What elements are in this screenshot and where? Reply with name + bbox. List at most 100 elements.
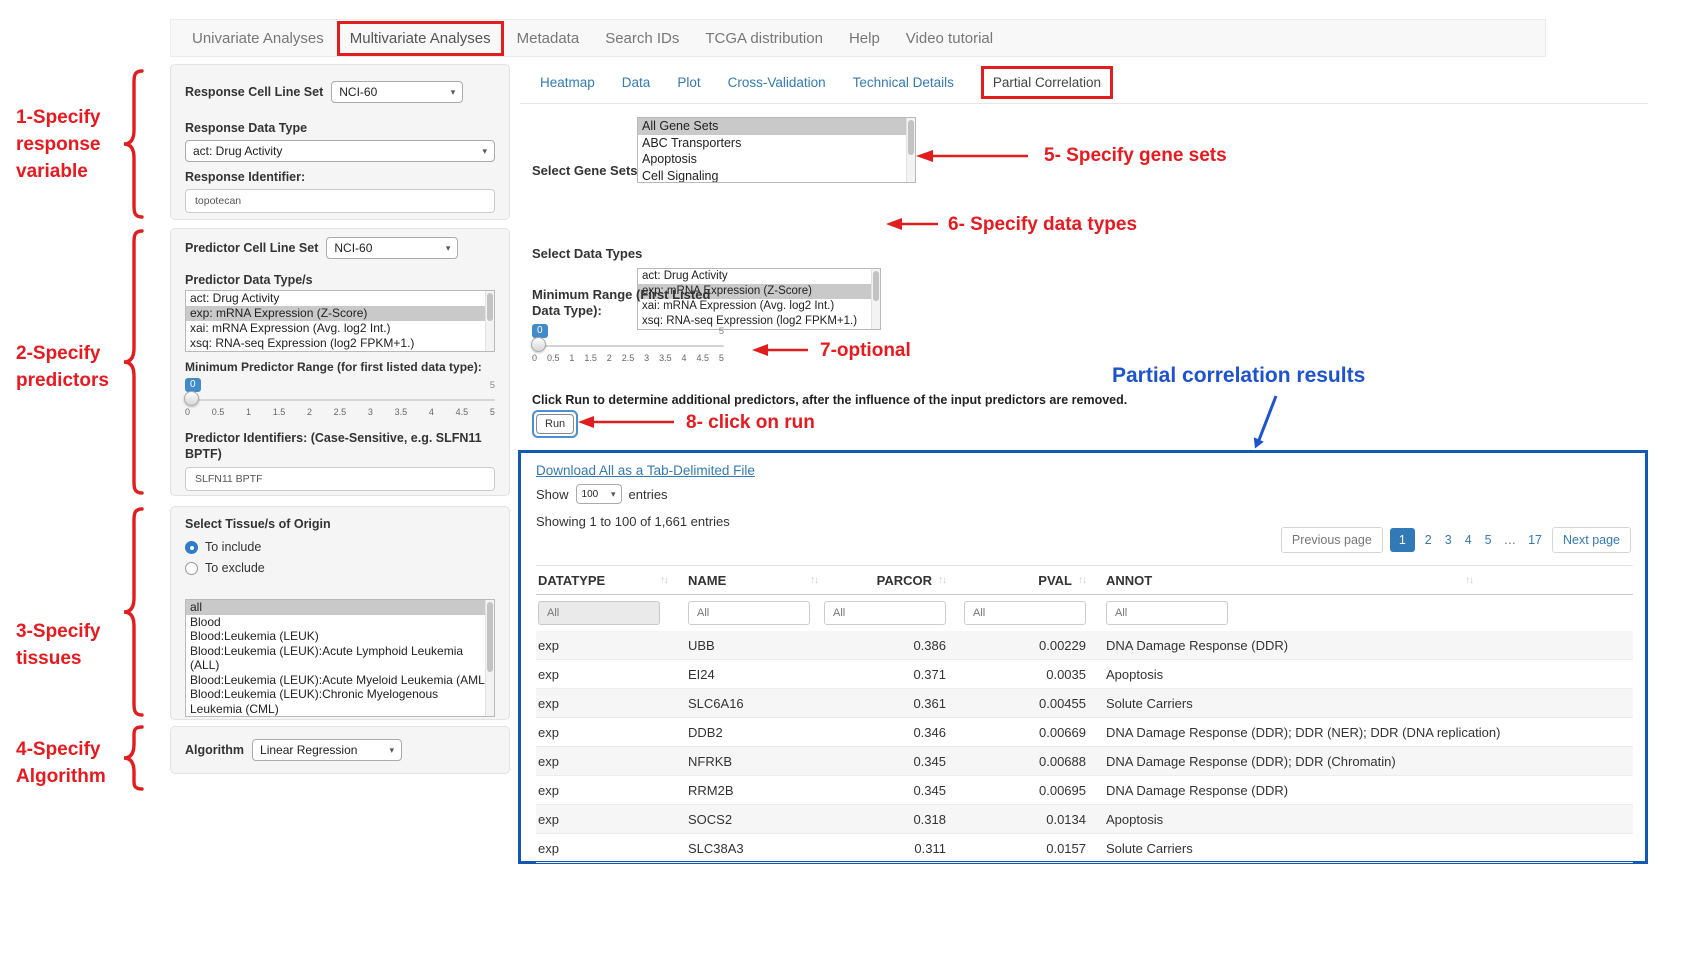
nav-tcga-distribution[interactable]: TCGA distribution [692,30,836,47]
next-page-button[interactable]: Next page [1552,527,1631,553]
list-option[interactable]: xsq: RNA-seq Expression (log2 FPKM+1.) [186,336,494,351]
header-pval[interactable]: PVAL↑↓ [946,573,1086,588]
page-1-button[interactable]: 1 [1390,528,1415,552]
list-option[interactable]: Blood:Leukemia (LEUK):Acute Myeloid Leuk… [186,673,494,688]
radio-checked-icon [185,541,198,554]
filter-parcor-input[interactable] [824,601,946,625]
select-gene-sets-label: Select Gene Sets [532,163,638,178]
cell-annot: Solute Carriers [1086,841,1633,856]
list-option-selected[interactable]: All Gene Sets [638,118,915,135]
tissue-include-radio[interactable]: To include [185,540,495,554]
radio-unchecked-icon [185,562,198,575]
cell-annot: DNA Damage Response (DDR); DDR (NER); DD… [1086,725,1633,740]
list-option-selected[interactable]: all [186,600,494,615]
list-option[interactable]: ABC Transporters [638,135,915,152]
header-name[interactable]: NAME↑↓ [686,573,836,588]
nav-video-tutorial[interactable]: Video tutorial [893,30,1006,47]
blue-arrow [1244,392,1284,454]
scrollbar-thumb[interactable] [873,271,879,301]
header-annot[interactable]: ANNOT↑↓ [1086,573,1633,588]
tab-cross-validation[interactable]: Cross-Validation [728,75,826,90]
slider-handle[interactable] [531,337,546,352]
tab-partial-correlation[interactable]: Partial Correlation [981,66,1113,99]
response-data-type-select[interactable]: act: Drug Activity ▾ [185,140,495,162]
tissue-exclude-radio[interactable]: To exclude [185,561,495,575]
table-row: exp SLC6A16 0.361 0.00455 Solute Carrier… [536,689,1633,718]
predictor-cell-line-set-label: Predictor Cell Line Set [185,241,318,255]
sort-icon[interactable]: ↑↓ [810,575,818,586]
chevron-down-icon: ▾ [446,243,451,254]
previous-page-button[interactable]: Previous page [1281,527,1383,553]
filter-annot-input[interactable] [1106,601,1228,625]
tab-plot[interactable]: Plot [677,75,700,90]
response-identifier-value: topotecan [195,195,241,207]
response-panel: Response Cell Line Set NCI-60 ▾ Response… [170,64,510,220]
cell-name: SLC6A16 [686,696,836,711]
filter-name-input[interactable] [688,601,810,625]
predictor-cell-line-set-select[interactable]: NCI-60 ▾ [326,237,458,259]
list-option[interactable]: Blood:Leukemia (LEUK):Chronic Myelogenou… [186,687,494,716]
filter-pval-input[interactable] [964,601,1086,625]
chevron-down-icon: ▾ [611,489,616,500]
algorithm-select[interactable]: Linear Regression ▾ [252,739,402,761]
list-option[interactable]: Blood:Leukemia (LEUK):Acute Lymphoid Leu… [186,644,494,673]
nav-help[interactable]: Help [836,30,893,47]
slider-track[interactable] [532,345,724,347]
nav-search-ids[interactable]: Search IDs [592,30,692,47]
list-option[interactable]: Blood:Leukemia (LEUK) [186,629,494,644]
tab-data[interactable]: Data [622,75,651,90]
scrollbar-thumb[interactable] [487,602,493,672]
page-5-button[interactable]: 5 [1482,528,1495,552]
cell-pval: 0.0035 [946,667,1086,682]
run-instruction: Click Run to determine additional predic… [532,393,1127,407]
arrow-step8 [576,413,678,431]
algorithm-label: Algorithm [185,743,244,757]
download-link[interactable]: Download All as a Tab-Delimited File [536,463,755,478]
slider-handle[interactable] [184,391,199,406]
sort-icon[interactable]: ↑↓ [938,575,946,586]
response-cell-line-set-select[interactable]: NCI-60 ▾ [331,81,463,103]
header-datatype[interactable]: DATATYPE↑↓ [536,573,686,588]
cell-parcor: 0.346 [836,725,946,740]
sort-icon[interactable]: ↑↓ [660,575,668,586]
select-data-types-label: Select Data Types [532,246,642,261]
nav-multivariate-analyses[interactable]: Multivariate Analyses [337,21,504,56]
arrow-step5 [914,147,1034,165]
nav-univariate-analyses[interactable]: Univariate Analyses [179,30,337,47]
response-identifier-label: Response Identifier: [185,170,495,184]
run-button[interactable]: Run [536,414,574,434]
annotation-step8: 8- click on run [686,409,815,436]
slider-ticks: 00.511.522.533.544.55 [185,407,495,417]
show-label: Show [536,487,569,502]
response-identifier-input[interactable]: topotecan [185,189,495,213]
filter-datatype-input[interactable] [538,601,660,625]
nav-metadata[interactable]: Metadata [504,30,593,47]
header-parcor[interactable]: PARCOR↑↓ [836,573,946,588]
cell-annot: Solute Carriers [1086,696,1633,711]
sort-icon[interactable]: ↑↓ [1078,575,1086,586]
list-option[interactable]: Cell Signaling [638,168,915,184]
page-2-button[interactable]: 2 [1422,528,1435,552]
slider-track[interactable] [185,399,495,401]
list-option[interactable]: xai: mRNA Expression (Avg. log2 Int.) [186,321,494,336]
list-option[interactable]: Blood [186,615,494,630]
page-4-button[interactable]: 4 [1462,528,1475,552]
list-option-selected[interactable]: exp: mRNA Expression (Z-Score) [186,306,494,321]
cell-annot: DNA Damage Response (DDR) [1086,638,1633,653]
annotation-step6: 6- Specify data types [948,211,1137,238]
scrollbar-thumb[interactable] [487,293,493,321]
show-entries-select[interactable]: 100 ▾ [576,484,622,504]
list-option[interactable]: act: Drug Activity [186,291,494,306]
predictor-identifiers-input[interactable]: SLFN11 BPTF [185,467,495,491]
tab-technical-details[interactable]: Technical Details [853,75,954,90]
page-17-button[interactable]: 17 [1525,528,1545,552]
tab-heatmap[interactable]: Heatmap [540,75,595,90]
page-3-button[interactable]: 3 [1442,528,1455,552]
list-option[interactable]: Apoptosis [638,151,915,168]
table-header-row: DATATYPE↑↓ NAME↑↓ PARCOR↑↓ PVAL↑↓ ANNOT↑… [536,565,1633,595]
sort-icon[interactable]: ↑↓ [1465,575,1473,586]
annotation-step1: 1-Specify response variable [16,104,100,185]
table-row: exp UBB 0.386 0.00229 DNA Damage Respons… [536,631,1633,660]
list-option[interactable]: act: Drug Activity [638,269,880,284]
partial-correlation-results-title: Partial correlation results [1112,364,1365,388]
